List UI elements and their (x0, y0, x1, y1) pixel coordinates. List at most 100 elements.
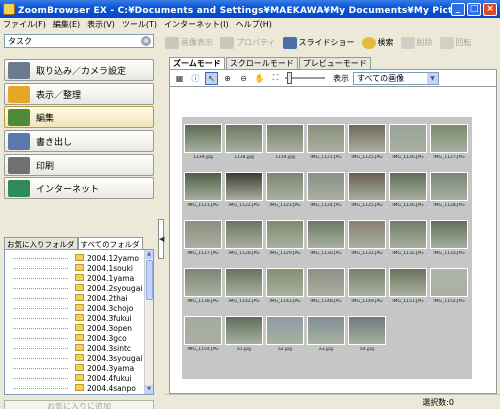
tab-all-folders[interactable]: すべてのフォルダ (77, 237, 143, 249)
thumbnail-item[interactable]: IMG_1127.JPG (430, 124, 468, 165)
task-sidebar: タスク ⊗ 取り込み／カメラ設定 表示／整理 編集 書き出し 印刷 インターネット お気に… (0, 31, 157, 409)
folder-item[interactable]: 2004.2syougai (5, 283, 143, 293)
properties-button[interactable]: プロパティ (220, 36, 276, 49)
scroll-down-icon[interactable]: ▼ (145, 385, 153, 394)
thumbnail-item[interactable]: IMG_1121.JPG (184, 172, 222, 213)
thumbnail-item[interactable]: IMG_1133.JPG (430, 220, 468, 261)
thumbnail-image (184, 124, 222, 153)
tab-scroll-mode[interactable]: スクロールモード (225, 57, 298, 69)
view-mode-tabs: ズームモード スクロールモード プレビューモード (169, 57, 372, 69)
thumbnail-item[interactable]: IMG_1121.JPG (307, 124, 345, 165)
menu-view[interactable]: 表示(V) (87, 19, 115, 30)
thumbnail-item[interactable]: IMG_1152.JPG (430, 268, 468, 309)
thumbnail-item[interactable]: IMG_1126.JPG (389, 124, 427, 165)
thumbnail-item[interactable]: IMG_1126.JPG (389, 172, 427, 213)
thumbnail-image (225, 172, 263, 201)
menu-help[interactable]: ヘルプ(H) (236, 19, 272, 30)
task-button-6[interactable]: インターネット (4, 177, 154, 199)
folder-item[interactable]: 2004.3gco (5, 333, 143, 343)
properties-icon (220, 36, 234, 49)
delete-button[interactable]: 削除 (400, 36, 433, 49)
folder-item[interactable]: 2004.2thai (5, 293, 143, 303)
pointer-icon[interactable]: ↖ (205, 71, 218, 85)
thumbnail-item[interactable]: IMG_1127.JPG (184, 220, 222, 261)
menu-tools[interactable]: ツール(T) (122, 19, 157, 30)
folder-item[interactable]: 2004.3sintc (5, 343, 143, 353)
thumbnail-item[interactable]: IMG_1154.JPG (184, 316, 222, 357)
thumbnail-item[interactable]: 1139.jpg (184, 124, 222, 165)
hand-icon[interactable]: ✋ (253, 72, 266, 85)
thumbnail-item[interactable]: IMG_1132.JPG (389, 220, 427, 261)
folder-item[interactable]: 2004.3chojo (5, 303, 143, 313)
folder-item[interactable]: 2004.1yama (5, 273, 143, 283)
folder-item[interactable]: 2004.4sanpo (5, 383, 143, 393)
collapse-icon[interactable]: ⊗ (141, 36, 151, 46)
thumbnail-item[interactable]: 1139.jpg (266, 124, 304, 165)
folder-item[interactable]: 2004.1souki (5, 263, 143, 273)
thumbnail-item[interactable]: IMG_1143.JPG (266, 268, 304, 309)
thumbnail-item[interactable]: IMG_1128.JPG (225, 220, 263, 261)
task-button-4[interactable]: 書き出し (4, 130, 154, 152)
thumbnail-item[interactable]: a4.jpg (348, 316, 386, 357)
thumbnail-item[interactable]: IMG_1142.JPG (225, 268, 263, 309)
search-button[interactable]: 検索 (361, 36, 394, 49)
fit-icon[interactable]: ⛶ (269, 72, 282, 85)
zoom-slider-knob[interactable] (287, 72, 292, 84)
zoom-out-icon[interactable]: ⊖ (237, 72, 250, 85)
folder-item[interactable]: 2004.3open (5, 323, 143, 333)
menu-internet[interactable]: インターネット(I) (164, 19, 229, 30)
thumbnail-item[interactable]: IMG_1149.JPG (348, 268, 386, 309)
zoom-slider[interactable] (285, 72, 325, 84)
thumbnail-item[interactable]: IMG_1122.JPG (225, 172, 263, 213)
maximize-button[interactable]: □ (467, 2, 481, 16)
thumbnail-item[interactable]: IMG_1128.JPG (430, 172, 468, 213)
collapse-panel-icon[interactable]: ◀ (158, 219, 164, 259)
task-button-1[interactable]: 取り込み／カメラ設定 (4, 59, 154, 81)
tab-zoom-mode[interactable]: ズームモード (169, 57, 225, 69)
menu-edit[interactable]: 編集(E) (53, 19, 80, 30)
thumbnail-item[interactable]: a1.jpg (225, 316, 263, 357)
thumbnail-item[interactable]: a2.jpg (266, 316, 304, 357)
zoom-in-icon[interactable]: ⊕ (221, 72, 234, 85)
thumbnail-image (430, 220, 468, 249)
display-filter-select[interactable]: すべての画像 ▼ (353, 71, 439, 85)
view-image-button[interactable]: 画像表示 (165, 36, 213, 49)
folder-item[interactable]: 2004.4fukui (5, 373, 143, 383)
thumbnail-view[interactable]: 1139.jpg 1138.jpg 1139.jpg IMG_1121.JPG IMG_… (169, 87, 497, 394)
thumbnail-item[interactable]: 1138.jpg (225, 124, 263, 165)
add-favorite-button[interactable]: お気に入りに追加 (4, 400, 154, 409)
folder-item[interactable]: 2004.3fukui (5, 313, 143, 323)
info-icon[interactable]: ⓘ (189, 72, 202, 85)
task-button-3[interactable]: 編集 (4, 106, 154, 128)
task-button-2[interactable]: 表示／整理 (4, 83, 154, 105)
thumbnail-item[interactable]: a3.jpg (307, 316, 345, 357)
thumbnail-item[interactable]: IMG_1138.JPG (184, 268, 222, 309)
thumbnail-item[interactable]: IMG_1129.JPG (266, 220, 304, 261)
thumbnail-item[interactable]: IMG_1124.JPG (307, 172, 345, 213)
scroll-thumb[interactable] (146, 260, 153, 300)
tab-preview-mode[interactable]: プレビューモード (298, 57, 371, 69)
thumbnail-item[interactable]: IMG_1123.JPG (266, 172, 304, 213)
close-button[interactable]: × (483, 2, 497, 16)
folder-item[interactable]: 2004.3yama (5, 363, 143, 373)
thumbnail-item[interactable]: IMG_1151.JPG (389, 268, 427, 309)
thumbnail-item[interactable]: IMG_1131.JPG (348, 220, 386, 261)
scroll-up-icon[interactable]: ▲ (145, 250, 153, 259)
rotate-button[interactable]: 回転 (439, 36, 472, 49)
minimize-button[interactable]: _ (451, 2, 465, 16)
folder-tree[interactable]: 2004.12yamo 2004.1souki 2004.1yama 2004.2sy… (4, 249, 154, 395)
thumbnail-item[interactable]: IMG_1130.JPG (307, 220, 345, 261)
menu-file[interactable]: ファイル(F) (3, 19, 46, 30)
thumbnail-item[interactable]: IMG_1148.JPG (307, 268, 345, 309)
chevron-down-icon[interactable]: ▼ (427, 72, 438, 84)
thumbnail-item[interactable]: IMG_1125.JPG (348, 124, 386, 165)
layout-icon[interactable]: ▦ (173, 72, 186, 85)
task-button-5[interactable]: 印刷 (4, 154, 154, 176)
panel-splitter[interactable]: ◀ (157, 31, 165, 409)
folder-tree-scrollbar[interactable]: ▲ ▼ (144, 250, 153, 394)
folder-item[interactable]: 2004.12yamo (5, 253, 143, 263)
folder-item[interactable]: 2004.3syougai (5, 353, 143, 363)
tab-favorite-folders[interactable]: お気に入りフォルダ (4, 237, 78, 249)
thumbnail-item[interactable]: IMG_1125.JPG (348, 172, 386, 213)
slideshow-button[interactable]: スライドショー (282, 36, 355, 49)
